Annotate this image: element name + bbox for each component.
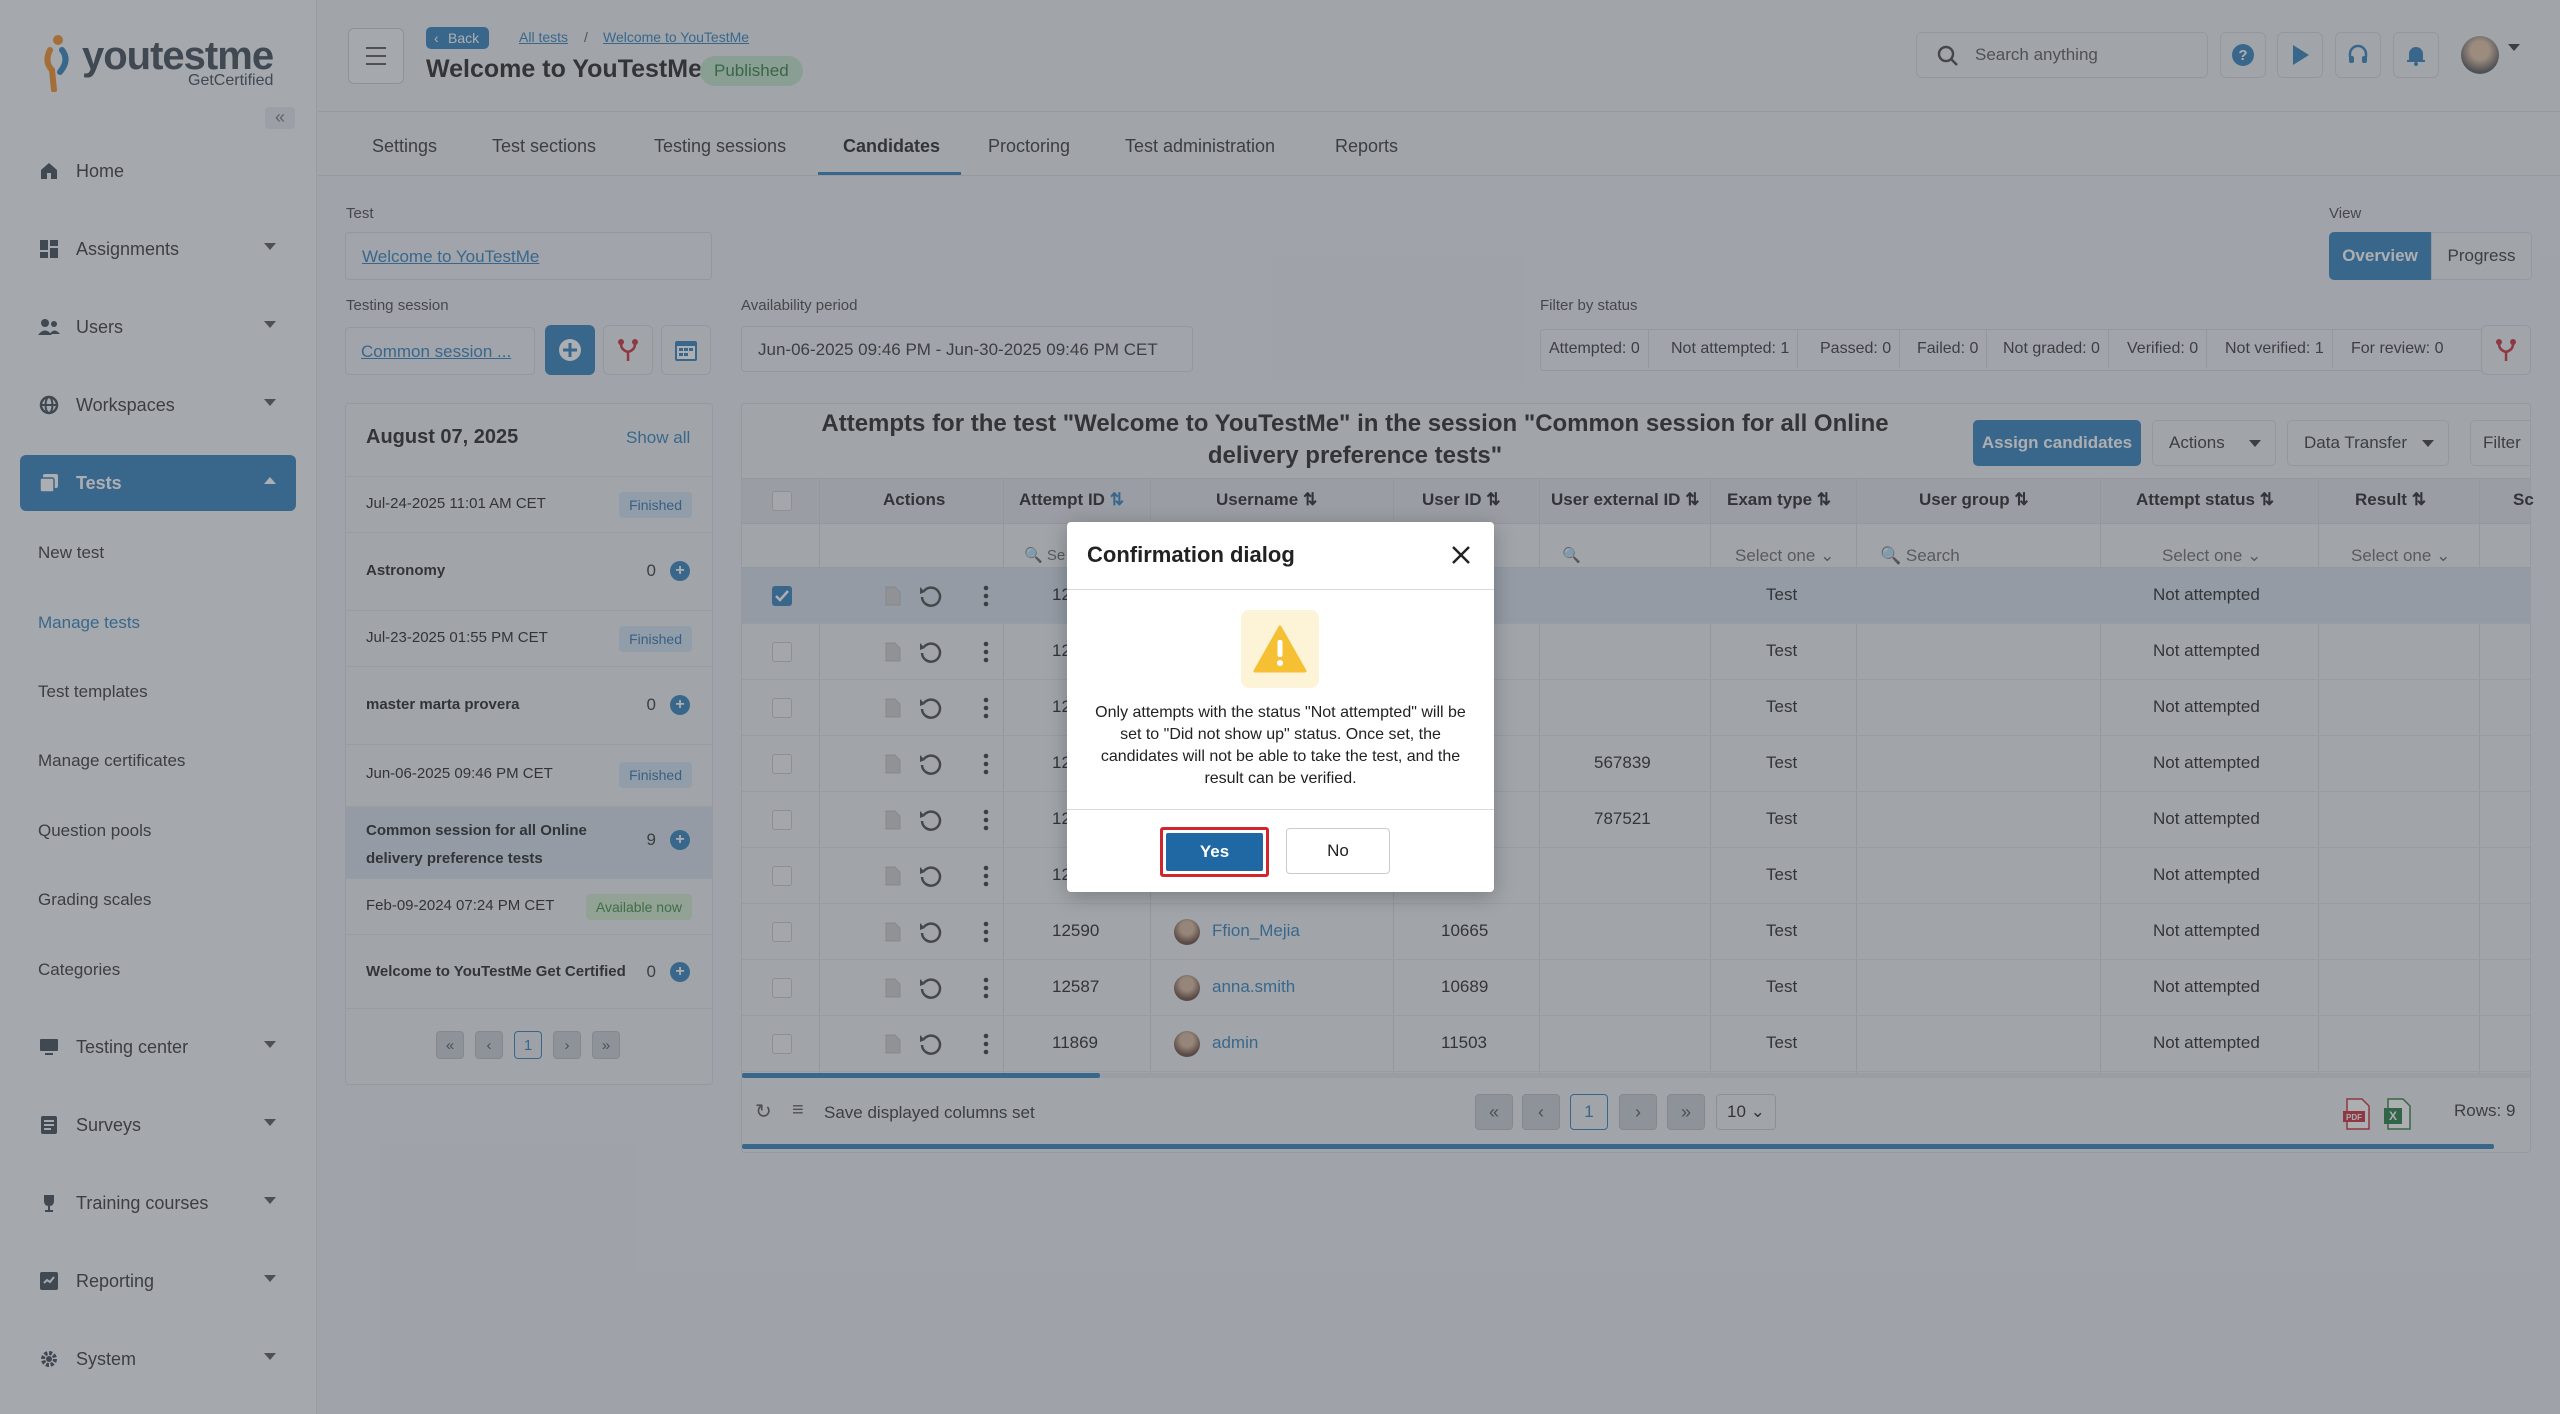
dialog-message: Only attempts with the status "Not attem…: [1095, 704, 1466, 787]
dialog-divider: [1067, 809, 1494, 810]
yes-button-highlight: Yes: [1160, 827, 1269, 877]
no-button[interactable]: No: [1286, 828, 1390, 874]
confirmation-dialog: Confirmation dialog Only attempts with t…: [1067, 522, 1494, 892]
warning-icon: [1241, 610, 1319, 688]
yes-button[interactable]: Yes: [1166, 833, 1263, 871]
dialog-divider: [1067, 589, 1494, 590]
dialog-close-button[interactable]: [1446, 540, 1476, 570]
dialog-title: Confirmation dialog: [1087, 542, 1295, 567]
close-icon: [1452, 546, 1470, 564]
